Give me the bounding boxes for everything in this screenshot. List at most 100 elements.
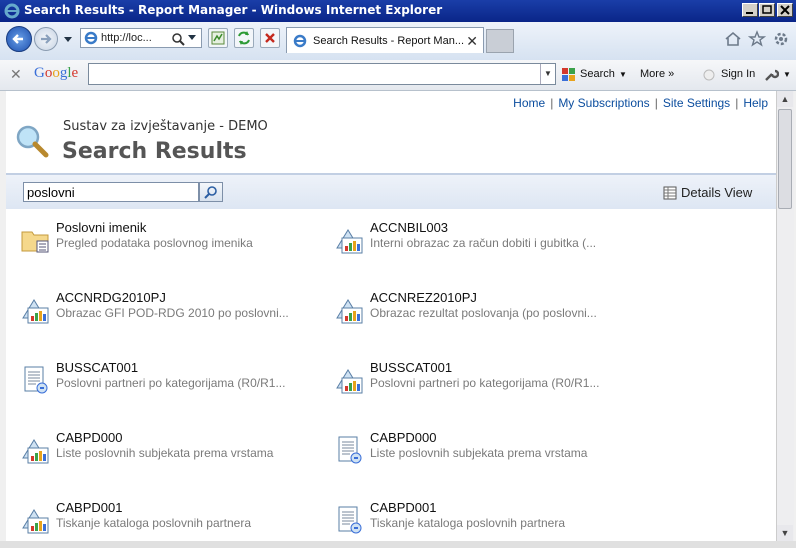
close-window-button[interactable] xyxy=(777,3,793,17)
ie-logo-icon xyxy=(4,3,20,19)
result-name[interactable]: BUSSCAT001 xyxy=(370,360,452,375)
address-bar[interactable]: http://loc... xyxy=(80,28,202,48)
window-titlebar: Search Results - Report Manager - Window… xyxy=(0,0,796,22)
wrench-dropdown-icon[interactable]: ▼ xyxy=(783,70,791,79)
result-description: Tiskanje kataloga poslovnih partnera xyxy=(56,516,252,530)
link-home[interactable]: Home xyxy=(513,96,545,110)
sign-in-button[interactable]: Sign In xyxy=(721,68,755,80)
search-bar: poslovni Details View xyxy=(6,173,776,209)
site-title: Sustav za izvještavanje - DEMO xyxy=(63,119,268,134)
result-name[interactable]: ACCNREZ2010PJ xyxy=(370,290,477,305)
result-description: Interni obrazac za račun dobiti i gubitk… xyxy=(370,236,597,250)
wrench-icon[interactable] xyxy=(763,67,779,83)
page-ie-icon xyxy=(84,31,98,45)
result-description: Liste poslovnih subjekata prema vrstama xyxy=(370,446,588,460)
result-item[interactable]: Poslovni imenik Pregled podataka poslovno… xyxy=(20,220,320,260)
toolbar-close-icon[interactable]: ✕ xyxy=(10,66,22,83)
tab-close-icon[interactable]: ✕ xyxy=(466,33,478,50)
result-item[interactable]: ACCNRDG2010PJ Obrazac GFI POD-RDG 2010 po… xyxy=(20,290,320,330)
result-item[interactable]: CABPD001 Tiskanje kataloga poslovnih part… xyxy=(20,500,320,540)
minimize-button[interactable] xyxy=(742,3,758,17)
result-item[interactable]: CABPD000 Liste poslovnih subjekata prema … xyxy=(334,430,634,470)
google-search-input[interactable]: ▼ xyxy=(88,63,556,85)
report-chart-icon xyxy=(20,504,52,536)
result-item[interactable]: ACCNBIL003 Interni obrazac za račun dobit… xyxy=(334,220,634,260)
google-search-button[interactable]: Search xyxy=(580,68,615,80)
search-results-magnifier-icon xyxy=(16,125,49,158)
vertical-scrollbar[interactable]: ▲ ▼ xyxy=(776,91,794,541)
maximize-button[interactable] xyxy=(759,3,775,17)
favorites-star-icon[interactable] xyxy=(748,30,766,48)
scroll-down-icon[interactable]: ▼ xyxy=(777,525,793,541)
compatibility-icon xyxy=(211,31,225,45)
close-icon xyxy=(780,5,790,15)
report-chart-icon xyxy=(334,364,366,396)
tab-label: Search Results - Report Man... xyxy=(313,35,465,47)
minimize-icon xyxy=(746,12,753,14)
tab-search-results[interactable]: Search Results - Report Man... ✕ xyxy=(286,27,484,53)
window-title: Search Results - Report Manager - Window… xyxy=(24,3,443,17)
search-options-dropdown-icon[interactable]: ▼ xyxy=(619,70,627,79)
home-icon[interactable] xyxy=(724,30,742,48)
stop-button[interactable] xyxy=(260,28,280,48)
report-document-icon xyxy=(334,434,366,466)
result-description: Obrazac rezultat poslovanja (po poslovni… xyxy=(370,306,597,320)
result-item[interactable]: CABPD001 Tiskanje kataloga poslovnih part… xyxy=(334,500,634,540)
page-content: Home | My Subscriptions | Site Settings | Help… xyxy=(6,91,776,541)
result-item[interactable]: CABPD000 Liste poslovnih subjekata prema … xyxy=(20,430,320,470)
search-icon xyxy=(204,186,217,199)
forward-arrow-icon xyxy=(41,34,52,44)
result-name[interactable]: CABPD001 xyxy=(56,500,122,515)
report-chart-icon xyxy=(20,294,52,326)
result-name[interactable]: CABPD000 xyxy=(370,430,436,445)
result-name[interactable]: Poslovni imenik xyxy=(56,220,146,235)
navigation-bar: http://loc... Search Results - Report Ma… xyxy=(0,22,796,61)
result-item[interactable]: ACCNREZ2010PJ Obrazac rezultat poslovanja… xyxy=(334,290,634,330)
back-button[interactable] xyxy=(6,26,32,52)
address-url: http://loc... xyxy=(101,32,152,44)
folder-icon xyxy=(20,224,52,256)
result-item[interactable]: BUSSCAT001 Poslovni partneri po kategorij… xyxy=(20,360,320,400)
refresh-button[interactable] xyxy=(234,28,254,48)
google-search-dropdown-icon[interactable]: ▼ xyxy=(540,64,555,84)
tab-ie-icon xyxy=(293,34,307,48)
result-description: Liste poslovnih subjekata prema vrstama xyxy=(56,446,274,460)
search-icon[interactable] xyxy=(171,32,185,46)
result-name[interactable]: ACCNRDG2010PJ xyxy=(56,290,166,305)
result-name[interactable]: CABPD001 xyxy=(370,500,436,515)
more-button[interactable]: More » xyxy=(640,68,674,80)
result-name[interactable]: ACCNBIL003 xyxy=(370,220,448,235)
result-description: Poslovni partneri po kategorijama (R0/R1… xyxy=(56,376,286,390)
tools-gear-icon[interactable] xyxy=(772,30,790,48)
link-help[interactable]: Help xyxy=(743,96,768,110)
refresh-icon xyxy=(238,31,250,45)
result-name[interactable]: BUSSCAT001 xyxy=(56,360,138,375)
search-input[interactable]: poslovni xyxy=(23,182,199,202)
recent-pages-dropdown-icon[interactable] xyxy=(63,36,73,44)
report-chart-icon xyxy=(334,294,366,326)
scroll-thumb[interactable] xyxy=(778,109,792,209)
maximize-icon xyxy=(762,5,772,14)
back-arrow-icon xyxy=(12,34,23,44)
google-logo: Google xyxy=(34,65,79,81)
link-site-settings[interactable]: Site Settings xyxy=(663,96,730,110)
search-button[interactable] xyxy=(199,182,223,202)
result-description: Obrazac GFI POD-RDG 2010 po poslovni... xyxy=(56,306,289,320)
details-view-button[interactable]: Details View xyxy=(681,185,752,200)
address-dropdown-icon[interactable] xyxy=(187,34,197,42)
forward-button[interactable] xyxy=(34,27,58,51)
result-description: Poslovni partneri po kategorijama (R0/R1… xyxy=(370,376,600,390)
google-search-icon xyxy=(562,68,575,81)
page-title: Search Results xyxy=(62,139,247,164)
stop-icon xyxy=(265,33,275,43)
top-links: Home | My Subscriptions | Site Settings | Help xyxy=(513,96,768,110)
result-item[interactable]: BUSSCAT001 Poslovni partneri po kategorij… xyxy=(334,360,634,400)
scroll-up-icon[interactable]: ▲ xyxy=(777,91,793,107)
link-my-subscriptions[interactable]: My Subscriptions xyxy=(558,96,649,110)
new-tab-button[interactable] xyxy=(486,29,514,53)
result-name[interactable]: CABPD000 xyxy=(56,430,122,445)
result-description: Tiskanje kataloga poslovnih partnera xyxy=(370,516,566,530)
status-bar xyxy=(0,541,796,548)
report-chart-icon xyxy=(20,434,52,466)
compatibility-view-button[interactable] xyxy=(208,28,228,48)
